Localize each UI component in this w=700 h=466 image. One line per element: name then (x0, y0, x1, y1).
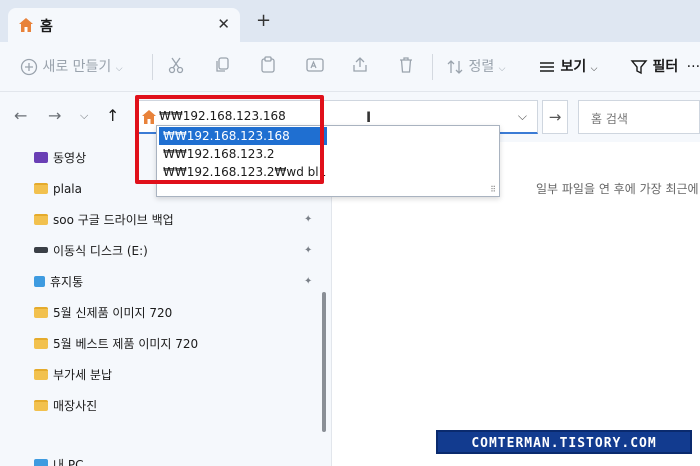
sidebar-scrollbar[interactable] (322, 292, 326, 432)
chevron-down-icon[interactable]: ⌵ (518, 109, 527, 124)
sidebar-item-plala[interactable]: plala (34, 178, 82, 200)
sidebar-item-label: 휴지통 (50, 275, 84, 289)
copy-button[interactable] (214, 56, 230, 74)
sort-icon (447, 60, 463, 74)
up-button[interactable]: ↑ (106, 106, 119, 125)
sidebar-item-videos[interactable]: 동영상 (34, 147, 86, 169)
share-button[interactable] (352, 56, 368, 74)
paste-icon (261, 56, 275, 73)
sidebar-item-label: 부가세 분납 (53, 368, 113, 382)
video-icon (34, 152, 48, 163)
paste-button[interactable] (260, 56, 276, 74)
home-icon (19, 18, 33, 32)
plus-circle-icon (20, 58, 38, 76)
tab-title: 홈 (40, 19, 53, 35)
sort-button-label: 정렬 (468, 59, 495, 75)
back-button[interactable]: ← (14, 106, 27, 125)
sidebar-item-label: 5월 신제품 이미지 720 (53, 306, 173, 320)
resize-grip-icon[interactable]: ⠿ (490, 185, 496, 194)
folder-icon (34, 307, 48, 318)
folder-icon (34, 214, 48, 225)
recent-files-message: 일부 파일을 연 후에 가장 최근에 (536, 182, 699, 196)
sidebar-item-label: 5월 베스트 제품 이미지 720 (53, 337, 199, 351)
sidebar-item-label: 매장사진 (53, 399, 98, 413)
divider (432, 54, 433, 80)
pin-icon: ✦ (304, 214, 313, 225)
more-button[interactable]: ··· (687, 59, 700, 75)
sidebar-item-recycle-bin[interactable]: 휴지통 (34, 271, 83, 293)
delete-icon (400, 57, 412, 73)
cut-icon (168, 57, 184, 74)
folder-icon (34, 369, 48, 380)
new-button[interactable]: 새로 만들기 ⌵ (20, 56, 123, 76)
sidebar-item-label: 이동식 디스크 (E:) (53, 244, 148, 258)
command-bar: 새로 만들기 ⌵ 정렬 ⌵ 보기 ⌵ 필터 ··· (0, 42, 700, 92)
new-button-label: 새로 만들기 (42, 59, 112, 75)
sidebar-item-label: soo 구글 드라이브 백업 (53, 213, 174, 227)
new-tab-button[interactable]: + (256, 12, 271, 30)
filter-icon (630, 60, 648, 75)
go-button[interactable]: → (542, 100, 568, 134)
text-cursor-icon: I (366, 110, 372, 126)
rename-icon (306, 58, 324, 72)
pc-icon (34, 459, 48, 466)
sort-button[interactable]: 정렬 ⌵ (446, 56, 506, 76)
folder-icon (34, 183, 48, 194)
sidebar-item-this-pc[interactable]: 내 PC (34, 454, 83, 466)
recycle-bin-icon (34, 276, 45, 287)
sidebar-item-may-best-images[interactable]: 5월 베스트 제품 이미지 720 (34, 333, 198, 355)
view-button[interactable]: 보기 ⌵ (538, 56, 598, 76)
forward-button[interactable]: → (48, 106, 61, 125)
search-input[interactable]: 홈 검색 (591, 110, 628, 127)
tab-home[interactable]: 홈 ✕ (8, 8, 240, 42)
pin-icon: ✦ (304, 245, 313, 256)
cut-button[interactable] (168, 56, 184, 74)
sidebar-item-label: 동영상 (53, 151, 87, 165)
view-icon (540, 62, 554, 72)
search-box[interactable]: 홈 검색 (578, 100, 700, 134)
delete-button[interactable] (398, 56, 414, 74)
sidebar-item-may-new-images[interactable]: 5월 신제품 이미지 720 (34, 302, 172, 324)
filter-button-label: 필터 (652, 59, 679, 75)
copy-icon (216, 57, 229, 72)
view-button-label: 보기 (560, 59, 587, 75)
pin-icon: ✦ (304, 276, 313, 287)
folder-icon (34, 400, 48, 411)
sidebar-item-label: 내 PC (53, 458, 84, 466)
divider (152, 54, 153, 80)
chevron-down-icon: ⌵ (115, 64, 123, 74)
rename-button[interactable] (306, 56, 324, 74)
close-icon[interactable]: ✕ (217, 15, 230, 33)
tab-bar: 홈 ✕ + (0, 0, 700, 42)
sidebar-item-label: plala (53, 182, 82, 196)
chevron-down-icon: ⌵ (590, 64, 598, 74)
sidebar-item-drive-backup[interactable]: soo 구글 드라이브 백업 (34, 209, 174, 231)
folder-icon (34, 338, 48, 349)
filter-button[interactable]: 필터 ··· (630, 56, 700, 76)
share-icon (353, 57, 367, 72)
highlight-box (135, 95, 324, 184)
sidebar-item-removable-disk[interactable]: 이동식 디스크 (E:) (34, 240, 148, 262)
recent-locations-button[interactable]: ⌵ (80, 109, 88, 123)
chevron-down-icon: ⌵ (498, 64, 506, 74)
sidebar-item-store-photos[interactable]: 매장사진 (34, 395, 97, 417)
sidebar-item-vat[interactable]: 부가세 분납 (34, 364, 112, 386)
drive-icon (34, 247, 48, 253)
watermark: COMTERMAN.TISTORY.COM (436, 430, 692, 454)
